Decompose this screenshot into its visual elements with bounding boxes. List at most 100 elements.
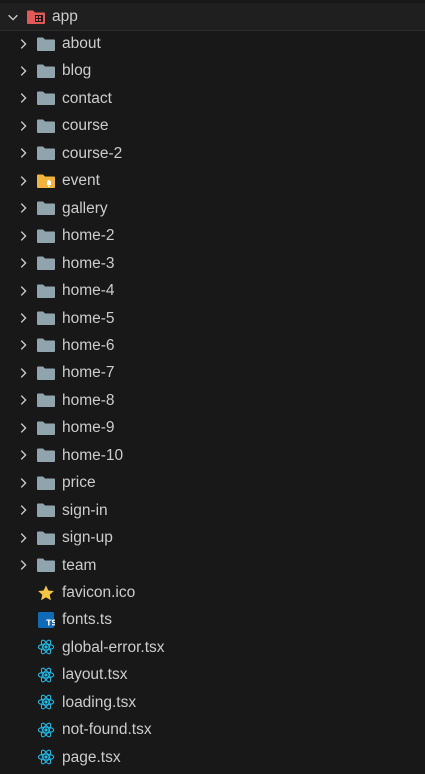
chevron-right-icon[interactable] — [15, 173, 31, 189]
chevron-right-icon[interactable] — [15, 200, 31, 216]
folder-icon — [36, 529, 56, 547]
chevron-right-icon[interactable] — [15, 63, 31, 79]
chevron-right-icon[interactable] — [15, 283, 31, 299]
react-icon — [36, 748, 56, 766]
tree-item-label: event — [62, 172, 100, 190]
tree-root-label: app — [52, 8, 78, 25]
tree-file-page-tsx[interactable]: page.tsx — [0, 744, 425, 771]
tree-item-label: course-2 — [62, 144, 123, 162]
tree-file-layout-tsx[interactable]: layout.tsx — [0, 661, 425, 688]
tree-item-label: home-4 — [62, 282, 115, 300]
folder-app-icon — [26, 8, 46, 26]
folder-icon — [36, 391, 56, 409]
chevron-right-icon[interactable] — [15, 255, 31, 271]
tree-folder-home-9[interactable]: home-9 — [0, 414, 425, 441]
folder-icon — [36, 89, 56, 107]
react-icon — [36, 721, 56, 739]
folder-icon — [36, 227, 56, 245]
tree-item-label: loading.tsx — [62, 693, 137, 711]
tree-item-label: contact — [62, 89, 112, 107]
chevron-right-icon[interactable] — [15, 310, 31, 326]
tree-item-label: home-8 — [62, 391, 115, 409]
chevron-right-icon[interactable] — [15, 90, 31, 106]
chevron-right-icon[interactable] — [15, 557, 31, 573]
react-icon — [36, 638, 56, 656]
tree-item-label: home-10 — [62, 446, 124, 464]
react-icon — [36, 666, 56, 684]
tree-file-not-found-tsx[interactable]: not-found.tsx — [0, 716, 425, 743]
chevron-right-icon[interactable] — [15, 145, 31, 161]
tree-item-label: favicon.ico — [62, 584, 136, 601]
tree-folder-contact[interactable]: contact — [0, 85, 425, 112]
tree-file-loading-tsx[interactable]: loading.tsx — [0, 689, 425, 716]
tree-item-label: global-error.tsx — [62, 638, 165, 656]
folder-icon — [36, 419, 56, 437]
chevron-right-icon[interactable] — [15, 447, 31, 463]
chevron-right-icon[interactable] — [15, 530, 31, 546]
folder-icon — [36, 501, 56, 519]
tree-folder-team[interactable]: team — [0, 552, 425, 579]
typescript-icon: TS — [36, 611, 56, 629]
folder-icon — [36, 336, 56, 354]
chevron-right-icon[interactable] — [15, 392, 31, 408]
tree-root-app[interactable]: app — [0, 3, 425, 31]
tree-folder-price[interactable]: price — [0, 469, 425, 496]
tree-item-label: gallery — [62, 199, 108, 217]
tree-folder-home-4[interactable]: home-4 — [0, 277, 425, 304]
chevron-right-icon[interactable] — [15, 118, 31, 134]
tree-folder-event[interactable]: event — [0, 167, 425, 194]
folder-icon — [36, 446, 56, 464]
tree-item-label: team — [62, 556, 97, 574]
tree-folder-home-7[interactable]: home-7 — [0, 359, 425, 386]
tree-folder-home-5[interactable]: home-5 — [0, 305, 425, 332]
star-icon — [36, 584, 56, 602]
tree-item-label: page.tsx — [62, 748, 121, 766]
tree-folder-home-6[interactable]: home-6 — [0, 332, 425, 359]
tree-folder-about[interactable]: about — [0, 30, 425, 57]
folder-icon — [36, 117, 56, 135]
chevron-right-icon[interactable] — [15, 475, 31, 491]
tree-folder-sign-up[interactable]: sign-up — [0, 524, 425, 551]
folder-event-icon — [36, 172, 56, 190]
tree-item-label: price — [62, 474, 96, 492]
tree-folder-home-10[interactable]: home-10 — [0, 442, 425, 469]
tree-folder-blog[interactable]: blog — [0, 57, 425, 84]
tree-file-global-error-tsx[interactable]: global-error.tsx — [0, 634, 425, 661]
folder-icon — [36, 144, 56, 162]
chevron-right-icon[interactable] — [15, 365, 31, 381]
tree-folder-sign-in[interactable]: sign-in — [0, 497, 425, 524]
tree-file-fonts-ts[interactable]: TS fonts.ts — [0, 606, 425, 633]
tree-item-label: not-found.tsx — [62, 721, 152, 739]
tree-item-label: home-9 — [62, 419, 115, 437]
chevron-right-icon[interactable] — [15, 337, 31, 353]
file-explorer: app about blog contact course course-2 event g… — [0, 0, 425, 774]
chevron-right-icon[interactable] — [15, 228, 31, 244]
react-icon — [36, 693, 56, 711]
folder-icon — [36, 309, 56, 327]
chevron-right-icon[interactable] — [15, 36, 31, 52]
tree-item-label: home-7 — [62, 364, 115, 382]
folder-icon — [36, 364, 56, 382]
folder-icon — [36, 282, 56, 300]
tree-folder-home-2[interactable]: home-2 — [0, 222, 425, 249]
svg-text:TS: TS — [46, 618, 55, 627]
folder-icon — [36, 199, 56, 217]
folder-icon — [36, 254, 56, 272]
tree-folder-course[interactable]: course — [0, 112, 425, 139]
tree-folder-gallery[interactable]: gallery — [0, 195, 425, 222]
chevron-right-icon[interactable] — [15, 420, 31, 436]
chevron-down-icon[interactable] — [5, 9, 21, 25]
tree-item-label: home-3 — [62, 254, 115, 272]
tree-item-label: layout.tsx — [62, 666, 128, 684]
chevron-right-icon[interactable] — [15, 502, 31, 518]
tree-file-favicon-ico[interactable]: favicon.ico — [0, 579, 425, 606]
tree-item-label: home-2 — [62, 227, 115, 245]
tree-folder-course-2[interactable]: course-2 — [0, 140, 425, 167]
tree-folder-home-8[interactable]: home-8 — [0, 387, 425, 414]
tree-folder-home-3[interactable]: home-3 — [0, 250, 425, 277]
